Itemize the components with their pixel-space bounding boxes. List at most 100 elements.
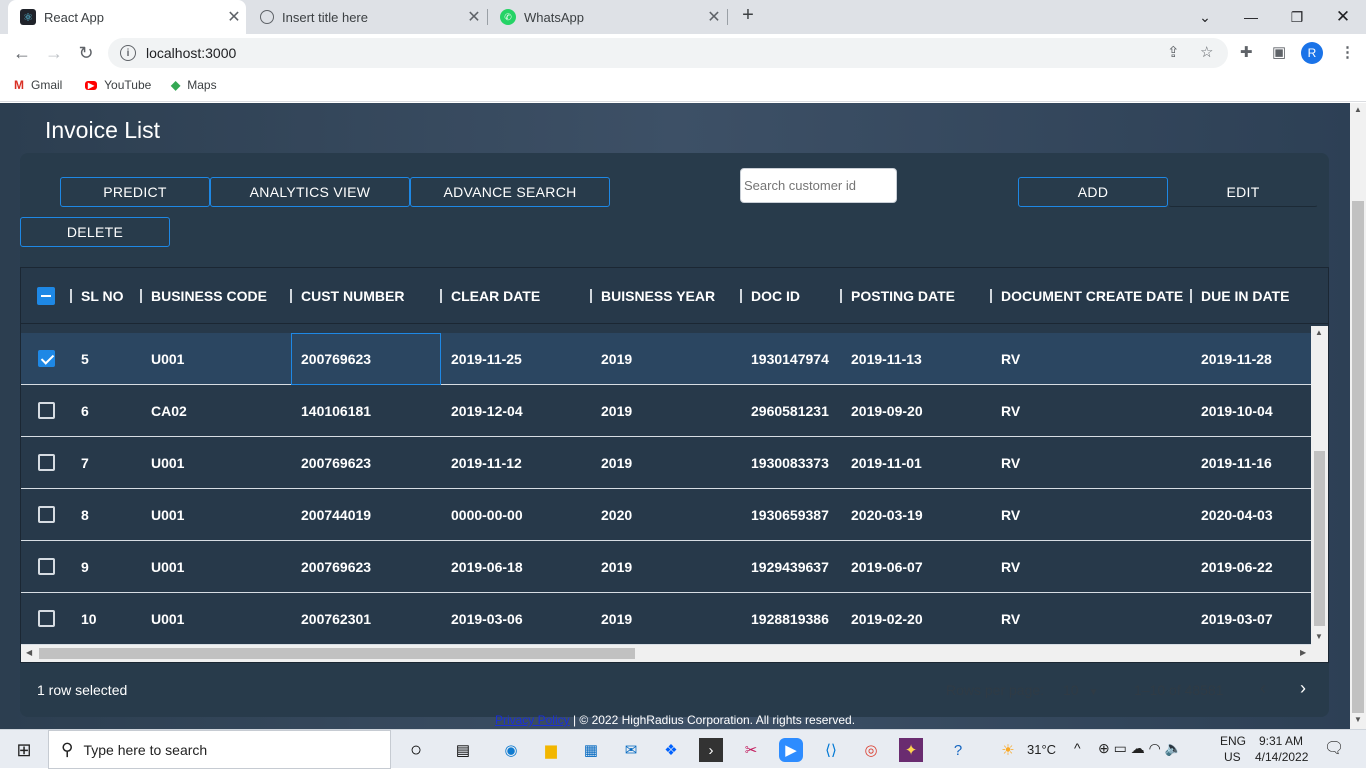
tab-insert-title[interactable]: Insert title here ✕	[248, 0, 486, 34]
privacy-policy-link[interactable]: Privacy Policy	[495, 713, 570, 727]
next-page-icon[interactable]: ›	[1300, 678, 1306, 699]
bookmark-youtube[interactable]: ▶ YouTube	[85, 78, 151, 92]
table-cell[interactable]: 2020	[601, 507, 632, 523]
table-cell[interactable]: 2020-04-03	[1201, 507, 1273, 523]
table-cell[interactable]: 2019-02-20	[851, 611, 923, 627]
column-header[interactable]: DOCUMENT CREATE DATE	[1001, 288, 1183, 304]
zoom-icon[interactable]: ▶	[779, 738, 803, 762]
row-checkbox[interactable]	[38, 506, 55, 523]
column-header[interactable]: DUE IN DATE	[1201, 288, 1289, 304]
scroll-down-icon[interactable]: ▼	[1354, 715, 1362, 724]
column-header[interactable]: SL NO	[81, 288, 124, 304]
column-header[interactable]: CLEAR DATE	[451, 288, 540, 304]
new-tab-icon[interactable]: +	[736, 4, 760, 28]
info-icon[interactable]: i	[120, 45, 136, 61]
table-cell[interactable]: U001	[151, 455, 184, 471]
table-cell[interactable]: 200762301	[301, 611, 371, 627]
table-cell[interactable]: 9	[81, 559, 89, 575]
table-cell[interactable]: 1930147974	[751, 351, 829, 367]
row-checkbox[interactable]	[38, 558, 55, 575]
table-cell[interactable]: CA02	[151, 403, 187, 419]
table-cell[interactable]: 2019-06-18	[451, 559, 523, 575]
snipping-tool-icon[interactable]: ✂	[739, 738, 763, 762]
row-checkbox[interactable]	[38, 350, 55, 367]
table-cell[interactable]: 0000-00-00	[451, 507, 523, 523]
table-cell[interactable]: 2019-10-04	[1201, 403, 1273, 419]
bookmark-maps[interactable]: ◆ Maps	[171, 78, 217, 92]
tray-icons[interactable]: ⊕ ▭ ☁ ◠ 🔈	[1098, 740, 1182, 757]
table-cell[interactable]: 2019-03-07	[1201, 611, 1273, 627]
input-language[interactable]: ENG	[1220, 734, 1246, 748]
table-cell[interactable]: U001	[151, 507, 184, 523]
star-icon[interactable]: ☆	[1200, 43, 1213, 61]
clock-time[interactable]: 9:31 AM	[1259, 734, 1303, 748]
page-scroll-thumb[interactable]	[1352, 201, 1364, 713]
table-cell[interactable]: RV	[1001, 403, 1020, 419]
table-cell[interactable]: RV	[1001, 351, 1020, 367]
table-row[interactable]: 9 U001 200769623 2019-06-18 2019 1929439637 20…	[21, 541, 1311, 593]
close-icon[interactable]: ✕	[222, 7, 246, 27]
table-cell[interactable]: 200744019	[301, 507, 371, 523]
windows-start-icon[interactable]: ⊞	[12, 738, 36, 762]
row-checkbox[interactable]	[38, 454, 55, 471]
side-panel-icon[interactable]: ▣	[1272, 43, 1286, 61]
menu-icon[interactable]: ⋮	[1340, 43, 1355, 61]
forward-icon[interactable]: →	[41, 40, 67, 66]
table-cell[interactable]: 2019-11-13	[851, 351, 922, 367]
table-cell[interactable]: 2019-11-25	[451, 351, 522, 367]
table-cell[interactable]: U001	[151, 351, 184, 367]
row-checkbox[interactable]	[38, 610, 55, 627]
table-cell[interactable]: 2019-06-07	[851, 559, 923, 575]
table-cell[interactable]: 2019-11-01	[851, 455, 922, 471]
table-row[interactable]: 10 U001 200762301 2019-03-06 2019 1928819386 2…	[21, 593, 1311, 645]
close-icon[interactable]: ✕	[702, 7, 726, 27]
scroll-right-icon[interactable]: ▶	[1300, 648, 1306, 657]
table-cell[interactable]: 10	[81, 611, 97, 627]
table-row[interactable]: 5 U001 200769623 2019-11-25 2019 1930147974 20…	[21, 333, 1311, 385]
restore-icon[interactable]: ❐	[1274, 0, 1320, 34]
extensions-icon[interactable]: ✚	[1240, 43, 1253, 61]
search-customer-input[interactable]	[740, 168, 897, 203]
delete-button[interactable]: DELETE	[20, 217, 170, 247]
taskbar-search-box[interactable]: ⚲ Type here to search	[48, 730, 391, 769]
store-icon[interactable]: ▦	[579, 738, 603, 762]
game-app-icon[interactable]: ✦	[899, 738, 923, 762]
window-close-icon[interactable]: ✕	[1320, 0, 1366, 34]
tab-search-icon[interactable]: ⌄	[1182, 0, 1228, 34]
table-cell[interactable]: 6	[81, 403, 89, 419]
table-cell[interactable]: U001	[151, 559, 184, 575]
edge-icon[interactable]: ◉	[499, 738, 523, 762]
table-cell[interactable]: 2019-03-06	[451, 611, 523, 627]
clock-date[interactable]: 4/14/2022	[1255, 750, 1308, 764]
table-cell[interactable]: 7	[81, 455, 89, 471]
table-cell[interactable]: 2019-12-04	[451, 403, 523, 419]
help-icon[interactable]: ?	[946, 738, 970, 762]
chrome-icon[interactable]: ◎	[859, 738, 883, 762]
advance-search-button[interactable]: ADVANCE SEARCH	[410, 177, 610, 207]
vertical-scroll-thumb[interactable]	[1314, 451, 1325, 626]
table-cell[interactable]: 2019	[601, 351, 632, 367]
table-cell[interactable]: 2019-09-20	[851, 403, 923, 419]
table-cell[interactable]: 2020-03-19	[851, 507, 923, 523]
analytics-view-button[interactable]: ANALYTICS VIEW	[210, 177, 410, 207]
table-cell[interactable]: 140106181	[301, 403, 371, 419]
table-cell[interactable]: 200769623	[301, 351, 371, 367]
predict-button[interactable]: PREDICT	[60, 177, 210, 207]
vscode-icon[interactable]: ⟨⟩	[819, 738, 843, 762]
cortana-icon[interactable]: ○	[404, 738, 428, 762]
column-header[interactable]: POSTING DATE	[851, 288, 955, 304]
table-cell[interactable]: 2019	[601, 611, 632, 627]
table-cell[interactable]: 8	[81, 507, 89, 523]
vertical-scrollbar[interactable]: ▲ ▼	[1311, 326, 1328, 646]
table-cell[interactable]: 1929439637	[751, 559, 829, 575]
file-explorer-icon[interactable]: ▆	[539, 738, 563, 762]
table-row[interactable]: 7 U001 200769623 2019-11-12 2019 1930083373 20…	[21, 437, 1311, 489]
add-button[interactable]: ADD	[1018, 177, 1168, 207]
column-header[interactable]: DOC ID	[751, 288, 800, 304]
table-cell[interactable]: 200769623	[301, 455, 371, 471]
tab-whatsapp[interactable]: ✆ WhatsApp ✕	[488, 0, 726, 34]
horizontal-scrollbar[interactable]: ◀ ▶	[21, 645, 1328, 662]
input-region[interactable]: US	[1224, 750, 1241, 764]
table-cell[interactable]: 2019-11-12	[451, 455, 522, 471]
row-checkbox[interactable]	[38, 402, 55, 419]
